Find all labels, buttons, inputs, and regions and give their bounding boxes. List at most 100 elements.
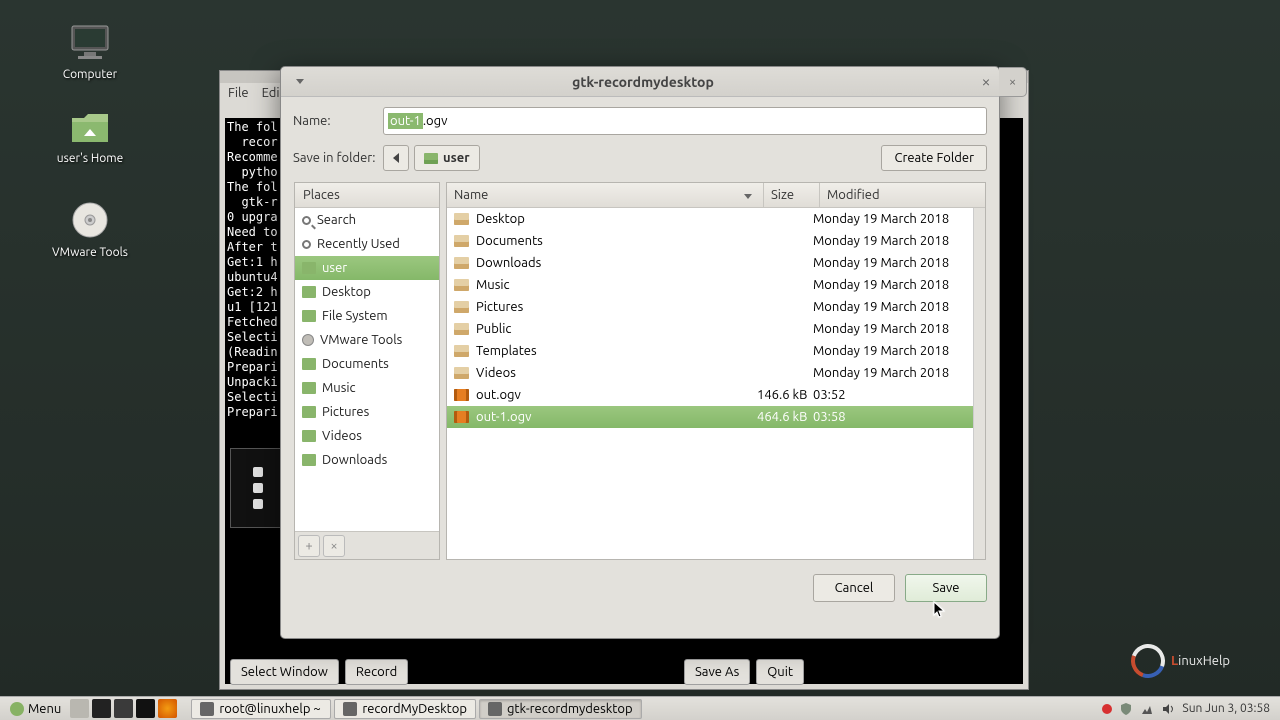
- column-size-header[interactable]: Size: [764, 183, 820, 207]
- desktop-icon-home[interactable]: user's Home: [50, 106, 130, 165]
- folder-icon: [302, 382, 316, 394]
- places-list: Search Recently Used user DesktopFile Syste…: [295, 208, 439, 531]
- taskbar-task-gtk-recordmydesktop[interactable]: gtk-recordmydesktop: [479, 699, 642, 719]
- places-item-search[interactable]: Search: [295, 208, 439, 232]
- places-item-user[interactable]: user: [295, 256, 439, 280]
- network-icon[interactable]: [1140, 702, 1154, 716]
- task-app-icon: [488, 702, 502, 716]
- file-row-templates[interactable]: TemplatesMonday 19 March 2018: [447, 340, 985, 362]
- taskbar-task-recordmydesktop[interactable]: recordMyDesktop: [334, 699, 476, 719]
- terminal-launcher-icon[interactable]: [92, 699, 111, 718]
- places-item-label: user: [322, 261, 347, 275]
- name-label: Name:: [293, 114, 383, 128]
- places-item-label: Downloads: [322, 453, 387, 467]
- places-item-documents[interactable]: Documents: [295, 352, 439, 376]
- folder-icon: [454, 301, 469, 313]
- file-name: Public: [476, 322, 757, 336]
- file-modified: 03:58: [813, 410, 978, 424]
- file-row-public[interactable]: PublicMonday 19 March 2018: [447, 318, 985, 340]
- record-indicator-icon[interactable]: [1102, 704, 1112, 714]
- task-label: root@linuxhelp ~: [219, 702, 320, 716]
- file-size: 464.6 kB: [757, 410, 813, 424]
- dialog-titlebar[interactable]: gtk-recordmydesktop ×: [281, 67, 999, 97]
- places-item-file-system[interactable]: File System: [295, 304, 439, 328]
- save-as-button[interactable]: Save As: [684, 659, 750, 685]
- places-item-music[interactable]: Music: [295, 376, 439, 400]
- file-row-pictures[interactable]: PicturesMonday 19 March 2018: [447, 296, 985, 318]
- places-item-videos[interactable]: Videos: [295, 424, 439, 448]
- parent-close-icon[interactable]: ×: [999, 67, 1027, 97]
- file-name: Templates: [476, 344, 757, 358]
- terminal2-launcher-icon[interactable]: [136, 699, 155, 718]
- places-item-pictures[interactable]: Pictures: [295, 400, 439, 424]
- screen-preview: [230, 448, 285, 528]
- desktop-icon-computer[interactable]: Computer: [50, 22, 130, 81]
- places-item-recently-used[interactable]: Recently Used: [295, 232, 439, 256]
- desktop-icon-vmware[interactable]: VMware Tools: [50, 200, 130, 259]
- places-item-label: Search: [317, 213, 356, 227]
- places-item-label: Videos: [322, 429, 362, 443]
- create-folder-button[interactable]: Create Folder: [881, 145, 987, 171]
- folder-icon: [302, 262, 316, 274]
- file-row-downloads[interactable]: DownloadsMonday 19 March 2018: [447, 252, 985, 274]
- files-launcher-icon[interactable]: [114, 699, 133, 718]
- system-tray: Sun Jun 3, 03:58: [1102, 702, 1276, 716]
- menu-button[interactable]: Menu: [4, 700, 67, 718]
- savein-label: Save in folder:: [293, 151, 383, 165]
- folder-icon: [454, 235, 469, 247]
- folder-icon: [454, 279, 469, 291]
- file-name: Desktop: [476, 212, 757, 226]
- file-row-documents[interactable]: DocumentsMonday 19 March 2018: [447, 230, 985, 252]
- places-item-downloads[interactable]: Downloads: [295, 448, 439, 472]
- clock[interactable]: Sun Jun 3, 03:58: [1182, 702, 1270, 715]
- record-button[interactable]: Record: [345, 659, 408, 685]
- places-item-label: Documents: [322, 357, 389, 371]
- file-size: 146.6 kB: [757, 388, 813, 402]
- places-item-label: Music: [322, 381, 356, 395]
- select-window-button[interactable]: Select Window: [230, 659, 339, 685]
- file-modified: Monday 19 March 2018: [813, 300, 978, 314]
- save-button[interactable]: Save: [905, 574, 987, 602]
- file-row-out-ogv[interactable]: out.ogv146.6 kB03:52: [447, 384, 985, 406]
- add-bookmark-button[interactable]: +: [298, 535, 320, 557]
- window-menu-icon[interactable]: [287, 72, 313, 92]
- places-item-vmware-tools[interactable]: VMware Tools: [295, 328, 439, 352]
- folder-icon: [454, 345, 469, 357]
- search-icon: [302, 216, 311, 225]
- file-row-out-1-ogv[interactable]: out-1.ogv464.6 kB03:58: [447, 406, 985, 428]
- home-folder-icon: [66, 106, 114, 146]
- folder-icon: [302, 406, 316, 418]
- show-desktop-icon[interactable]: [70, 699, 89, 718]
- folder-icon: [302, 310, 316, 322]
- path-crumb-user[interactable]: user: [414, 145, 480, 171]
- taskbar-task-root-linuxhelp-[interactable]: root@linuxhelp ~: [191, 699, 331, 719]
- file-row-music[interactable]: MusicMonday 19 March 2018: [447, 274, 985, 296]
- column-modified-header[interactable]: Modified: [820, 183, 985, 207]
- folder-icon: [302, 430, 316, 442]
- column-name-header[interactable]: Name: [447, 183, 764, 207]
- desktop-icon-label: VMware Tools: [50, 246, 130, 259]
- menu-file[interactable]: File: [228, 86, 249, 100]
- close-icon[interactable]: ×: [973, 73, 999, 91]
- file-row-desktop[interactable]: DesktopMonday 19 March 2018: [447, 208, 985, 230]
- computer-icon: [66, 22, 114, 62]
- file-name: Downloads: [476, 256, 757, 270]
- mint-logo-icon: [10, 702, 24, 716]
- file-list-scrollbar[interactable]: [973, 208, 985, 559]
- linuxhelp-logo-icon: [1125, 638, 1170, 683]
- shield-icon[interactable]: [1119, 702, 1133, 716]
- places-item-desktop[interactable]: Desktop: [295, 280, 439, 304]
- remove-bookmark-button[interactable]: ×: [323, 535, 345, 557]
- path-back-button[interactable]: [383, 145, 409, 171]
- folder-icon: [424, 153, 438, 164]
- desktop-icon-label: Computer: [50, 68, 130, 81]
- firefox-launcher-icon[interactable]: [158, 699, 177, 718]
- cancel-button[interactable]: Cancel: [813, 574, 895, 602]
- dialog-title: gtk-recordmydesktop: [313, 74, 973, 90]
- file-list[interactable]: DesktopMonday 19 March 2018DocumentsMond…: [447, 208, 985, 559]
- file-row-videos[interactable]: VideosMonday 19 March 2018: [447, 362, 985, 384]
- disk-icon: [302, 334, 314, 346]
- quit-button[interactable]: Quit: [756, 659, 804, 685]
- filename-input[interactable]: out-1.ogv: [383, 107, 987, 135]
- volume-icon[interactable]: [1161, 702, 1175, 716]
